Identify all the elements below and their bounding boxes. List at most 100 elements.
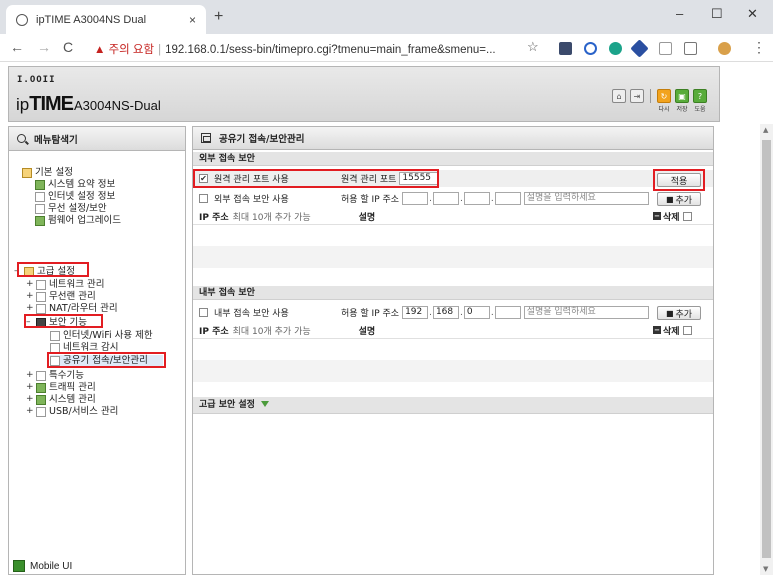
extension-icon-2[interactable] [584, 42, 597, 55]
reload-button[interactable]: C [63, 39, 73, 55]
plus-icon: ■ [665, 194, 674, 204]
menu-wireless[interactable]: + 무선랜 관리 [26, 291, 96, 302]
new-tab-button[interactable]: + [214, 8, 223, 26]
scroll-down-icon[interactable]: ▼ [763, 565, 768, 573]
page-scrollbar[interactable]: ▲ ▼ [760, 124, 773, 575]
extension-icon-1[interactable] [559, 42, 572, 55]
browser-tab[interactable]: ipTIME A3004NS Dual × [6, 5, 206, 34]
minimize-button[interactable]: – [676, 6, 683, 21]
int-delete-all-checkbox[interactable] [682, 325, 692, 335]
external-security-heading: 외부 접속 보안 [193, 152, 713, 166]
menu-label: 펌웨어 업그레이드 [48, 215, 121, 226]
menu-special[interactable]: + 특수기능 [26, 370, 84, 381]
menu-wireless-basic[interactable]: 무선 설정/보안 [35, 203, 107, 214]
external-access-row: 외부 접속 보안 사용 허용 할 IP 주소 . . . 설명을 입력하세요 [193, 190, 713, 207]
menu-explorer-title: 메뉴탐색기 [9, 127, 185, 151]
menu-firmware-upgrade[interactable]: 펌웨어 업그레이드 [35, 215, 121, 226]
menu-internet-settings[interactable]: 인터넷 설정 정보 [35, 191, 115, 202]
int-ip-octet-3[interactable]: 0 [463, 306, 490, 319]
menu-system-summary[interactable]: 시스템 요약 정보 [35, 179, 115, 190]
highlight-remote-port [193, 169, 439, 188]
home-icon[interactable]: ⌂ [612, 89, 626, 103]
ext-ip-octet-3[interactable] [463, 192, 490, 205]
mobile-ui-link[interactable]: Mobile UI [13, 560, 72, 572]
special-icon [36, 370, 46, 381]
refresh-icon[interactable]: ↻ [657, 89, 671, 103]
int-ip-octet-2[interactable]: 168 [432, 306, 459, 319]
wireless-icon [36, 291, 46, 302]
menu-network[interactable]: + 네트워크 관리 [26, 279, 104, 290]
menu-label: NAT/라우터 관리 [49, 303, 118, 314]
int-allowed-ip-label: 허용 할 IP 주소 [341, 309, 400, 319]
security-warning[interactable]: ▲ 주의 요함 [94, 44, 154, 56]
int-empty-row [193, 360, 713, 382]
ext-ip-octet-4[interactable] [494, 192, 521, 205]
expand-icon: + [26, 303, 34, 313]
ext-add-button[interactable]: ■ 추가 [657, 192, 701, 206]
menu-traffic[interactable]: + 트래픽 관리 [26, 382, 96, 393]
extension-icon-6[interactable] [684, 42, 697, 55]
save-icon[interactable]: ▣ [675, 89, 689, 103]
forward-button[interactable]: → [37, 39, 51, 55]
ext-delete-all-checkbox[interactable] [682, 211, 692, 221]
bookmark-star-icon[interactable]: ☆ [527, 39, 539, 55]
save-label: 저장 [676, 106, 688, 113]
mobile-ui-label: Mobile UI [30, 560, 73, 572]
browser-menu-icon[interactable]: ⋮ [752, 39, 766, 56]
menu-label: 인터넷 설정 정보 [48, 191, 116, 202]
logout-icon[interactable]: ⇥ [630, 89, 644, 103]
plus-icon: ■ [665, 308, 674, 318]
menu-internet-wifi-limit[interactable]: 인터넷/WiFi 사용 제한 [50, 330, 153, 341]
tab-close-icon[interactable]: × [189, 13, 196, 27]
scrollbar-thumb[interactable] [762, 140, 771, 558]
advanced-security-heading[interactable]: 고급 보안 설정 [193, 397, 713, 414]
toolbar-divider [650, 89, 651, 103]
internal-access-checkbox[interactable] [199, 308, 208, 317]
search-icon [17, 134, 26, 143]
expand-icon: + [26, 406, 34, 416]
maximize-button[interactable]: ☐ [711, 6, 723, 22]
monitor-icon [35, 191, 45, 202]
extension-icon-3[interactable] [609, 42, 622, 55]
logo-ip: ip [16, 95, 30, 114]
int-description-input[interactable]: 설명을 입력하세요 [523, 306, 649, 319]
extension-icon-4[interactable] [630, 39, 649, 58]
menu-label: 기본 설정 [35, 167, 73, 178]
address-bar: ← → C ▲ 주의 요함 | 192.168.0.1/sess-bin/timep… [0, 34, 773, 62]
back-button[interactable]: ← [10, 39, 24, 55]
menu-usb-service[interactable]: + USB/서비스 관리 [26, 406, 118, 417]
page-title: 공유기 접속/보안관리 [193, 127, 713, 150]
int-ip-octet-1[interactable]: 192 [402, 306, 429, 319]
ext-empty-row [193, 246, 713, 268]
highlight-advanced [17, 262, 89, 277]
int-add-button[interactable]: ■ 추가 [657, 306, 701, 320]
ext-ip-octet-1[interactable] [402, 192, 429, 205]
menu-label: 인터넷/WiFi 사용 제한 [63, 330, 153, 341]
int-ip-octet-4[interactable] [494, 306, 521, 319]
router-icon [36, 303, 46, 314]
int-col-ip: IP 주소 [199, 326, 229, 337]
menu-basic-settings[interactable]: 기본 설정 [22, 167, 73, 178]
menu-system[interactable]: + 시스템 관리 [26, 394, 96, 405]
brand-logo: ipTIMEA3004NS-Dual [16, 93, 161, 116]
expand-icon: + [26, 394, 34, 404]
browser-tabbar: ipTIME A3004NS Dual × + – ☐ ✕ [0, 0, 773, 34]
close-window-button[interactable]: ✕ [747, 6, 758, 22]
advanced-security-label: 고급 보안 설정 [199, 400, 255, 410]
menu-nat-router[interactable]: + NAT/라우터 관리 [26, 303, 118, 314]
menu-label: 특수기능 [49, 370, 84, 381]
ext-ip-octet-2[interactable] [432, 192, 459, 205]
scroll-up-icon[interactable]: ▲ [763, 126, 768, 134]
ext-description-input[interactable]: 설명을 입력하세요 [523, 192, 649, 205]
url-field[interactable]: ▲ 주의 요함 | 192.168.0.1/sess-bin/timepro.cgi… [94, 41, 496, 57]
external-access-checkbox[interactable] [199, 194, 208, 203]
menu-title-text: 메뉴탐색기 [34, 134, 78, 146]
logo-time: TIME [29, 93, 74, 115]
internal-access-row: 내부 접속 보안 사용 허용 할 IP 주소 192. 168. 0. 설명을 … [193, 304, 713, 321]
profile-avatar[interactable] [718, 42, 731, 55]
help-icon[interactable]: ? [693, 89, 707, 103]
refresh-label: 다시 [658, 106, 670, 113]
ext-list-header: IP 주소 최대 10개 추가 가능 설명 − 삭제 [193, 208, 713, 225]
ext-delete-header: − 삭제 [653, 210, 692, 223]
extension-icon-5[interactable] [659, 42, 672, 55]
